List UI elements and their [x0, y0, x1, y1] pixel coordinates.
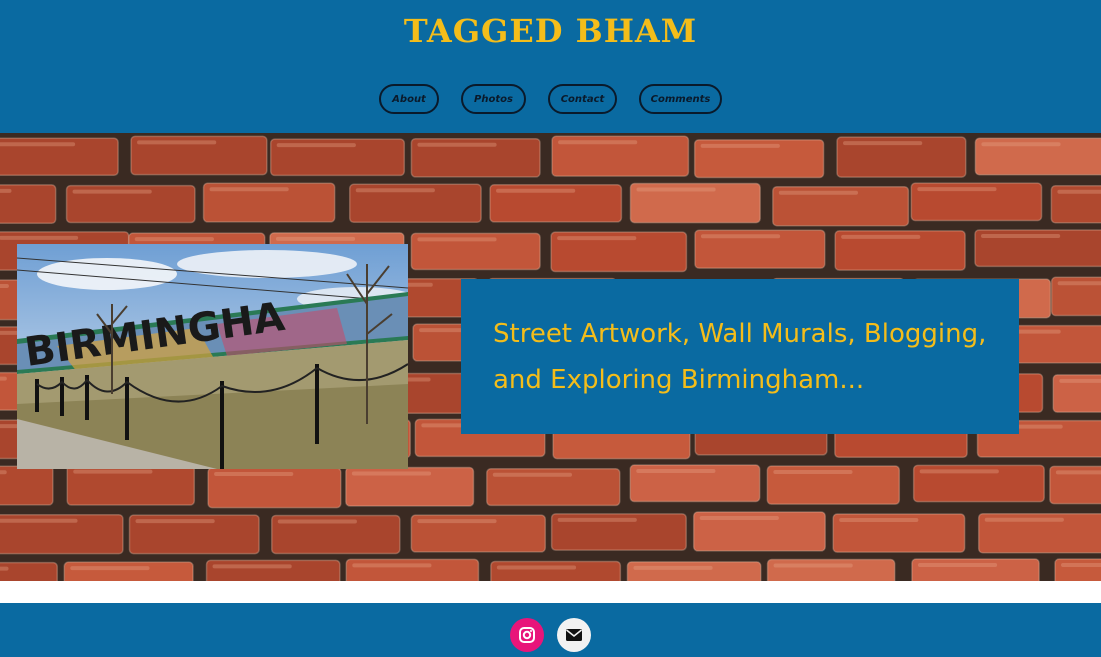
section-divider	[0, 581, 1101, 603]
main-navigation: About Photos Contact Comments	[0, 84, 1101, 114]
instagram-link[interactable]	[510, 618, 544, 652]
instagram-icon	[519, 627, 535, 643]
site-footer	[0, 603, 1101, 657]
site-header: TAGGED BHAM About Photos Contact Comment…	[0, 0, 1101, 133]
nav-contact-button[interactable]: Contact	[548, 84, 617, 114]
mail-icon	[566, 629, 582, 641]
tagline-text: Street Artwork, Wall Murals, Blogging, a…	[493, 311, 987, 403]
nav-about-button[interactable]: About	[379, 84, 439, 114]
tagline-line-2: and Exploring Birmingham...	[493, 365, 865, 395]
email-link[interactable]	[557, 618, 591, 652]
birmingham-mural-photo: BIRMINGHA	[17, 244, 408, 469]
nav-photos-button[interactable]: Photos	[461, 84, 526, 114]
nav-comments-button[interactable]: Comments	[639, 84, 722, 114]
site-title[interactable]: TAGGED BHAM	[0, 12, 1101, 50]
tagline-line-1: Street Artwork, Wall Murals, Blogging,	[493, 319, 987, 349]
tagline-box: Street Artwork, Wall Murals, Blogging, a…	[461, 279, 1019, 434]
